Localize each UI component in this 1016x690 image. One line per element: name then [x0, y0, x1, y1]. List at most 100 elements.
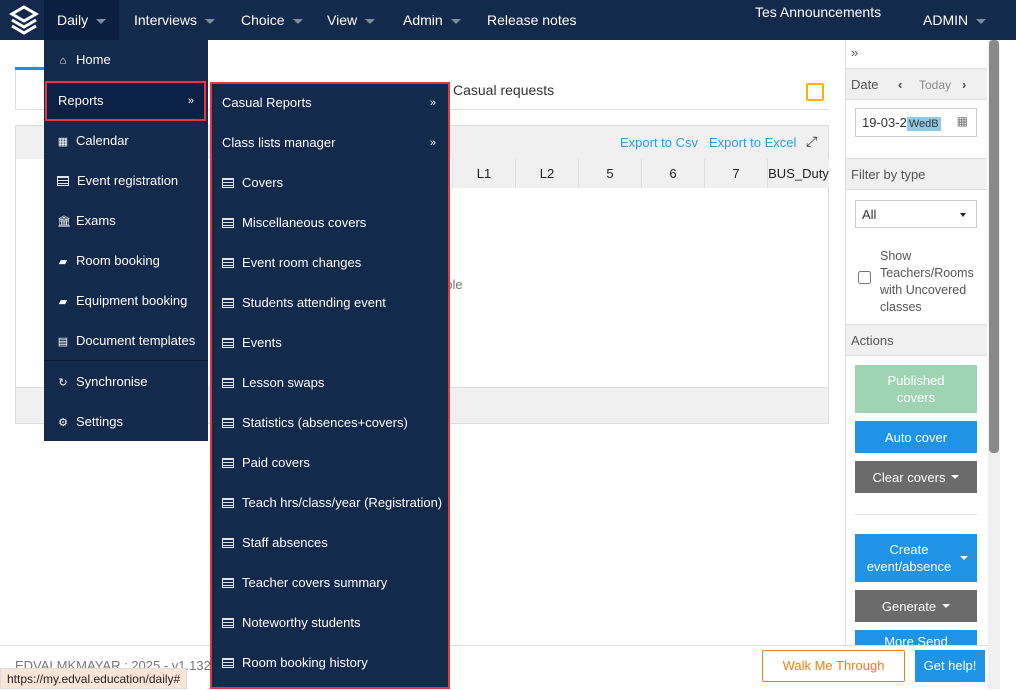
next-day-icon[interactable]: › [962, 69, 966, 101]
nav-choice[interactable]: Choice [228, 0, 316, 40]
scrollbar-thumb[interactable] [989, 40, 999, 453]
submenu-arrow-icon: » [429, 137, 436, 149]
calendar-icon[interactable]: ▦ [957, 114, 968, 128]
column-header[interactable]: L2 [515, 159, 578, 188]
column-header[interactable]: L1 [452, 159, 515, 188]
caret-down-icon [960, 213, 966, 217]
more-send-button[interactable]: More Send [855, 630, 977, 645]
daily-dropdown-menu: ⌂ Home Reports » ▦ Calendar Event registrat… [44, 40, 208, 441]
menu-divider [44, 360, 208, 361]
edval-logo-icon[interactable] [8, 4, 40, 36]
uncovered-checkbox[interactable] [858, 271, 871, 284]
menu-item-reports[interactable]: Reports » [45, 81, 206, 121]
nav-interviews[interactable]: Interviews [121, 0, 228, 40]
caret-down-icon [450, 18, 461, 24]
column-header[interactable]: 7 [704, 159, 767, 188]
menu-item-settings[interactable]: ⚙ Settings [44, 402, 208, 442]
get-help-button[interactable]: Get help! [915, 650, 985, 682]
gear-icon: ⚙ [58, 417, 68, 429]
filter-type-select[interactable]: All [855, 200, 977, 228]
menu-item-event-registration[interactable]: Event registration [44, 161, 208, 201]
submenu-item[interactable]: Casual Reports » [212, 84, 448, 124]
nav-label: Choice [241, 12, 285, 28]
menu-item-exams[interactable]: 🏛 Exams [44, 201, 208, 241]
submenu-item[interactable]: Students attending event [212, 284, 448, 324]
expand-icon[interactable]: ⤢ [806, 133, 817, 150]
date-input[interactable]: 19-03-2 WedB ▦ [855, 108, 977, 137]
user-name: ADMIN [923, 12, 969, 28]
generate-button[interactable]: Generate [855, 590, 977, 622]
caret-down-icon [292, 18, 303, 24]
nav-view[interactable]: View [314, 0, 388, 40]
today-button[interactable]: Today [919, 69, 951, 101]
submenu-label: Events [242, 335, 282, 350]
published-covers-button[interactable]: Published covers [855, 365, 977, 413]
menu-item-synchronise[interactable]: ↻ Synchronise [44, 362, 208, 402]
column-header[interactable]: BUS_Duty [767, 159, 829, 188]
submenu-item[interactable]: Noteworthy students [212, 604, 448, 644]
nav-daily[interactable]: Daily [44, 0, 120, 40]
list-icon [222, 298, 234, 308]
export-csv-link[interactable]: Export to Csv [620, 135, 698, 150]
menu-item-room-booking[interactable]: ▰ Room booking [44, 241, 208, 281]
submenu-item[interactable]: Paid covers [212, 444, 448, 484]
submenu-item[interactable]: Covers [212, 164, 448, 204]
nav-announcements[interactable]: Tes Announcements [742, 0, 894, 40]
menu-label: Calendar [76, 133, 129, 148]
submenu-item[interactable]: Events [212, 324, 448, 364]
submenu-item[interactable]: Teacher covers summary [212, 564, 448, 604]
user-menu[interactable]: ADMIN [910, 0, 999, 40]
top-navbar: Daily Interviews Choice View Admin Relea… [0, 0, 1016, 40]
bank-icon: 🏛 [57, 216, 71, 228]
collapse-sidebar-button[interactable]: » [851, 45, 858, 60]
list-icon [222, 338, 234, 348]
walk-me-through-button[interactable]: Walk Me Through [762, 650, 905, 682]
list-icon [222, 458, 234, 468]
column-header[interactable]: 5 [578, 159, 641, 188]
clear-covers-label: Clear covers [872, 469, 946, 485]
tab-border [15, 70, 16, 110]
submenu-label: Staff absences [242, 535, 328, 550]
submenu-item[interactable]: Staff absences [212, 524, 448, 564]
submenu-item[interactable]: Class lists manager » [212, 124, 448, 164]
menu-item-equipment-booking[interactable]: ▰ Equipment booking [44, 281, 208, 321]
filter-value: All [862, 207, 877, 222]
create-label: Create event/absence [866, 542, 952, 574]
submenu-item[interactable]: Teach hrs/class/year (Registration) [212, 484, 448, 524]
nav-release-notes[interactable]: Release notes [474, 0, 590, 40]
submenu-item[interactable]: Lesson swaps [212, 364, 448, 404]
column-header[interactable]: 6 [641, 159, 704, 188]
file-icon: ▤ [57, 336, 69, 348]
menu-item-calendar[interactable]: ▦ Calendar [44, 121, 208, 161]
sticky-note-icon[interactable] [806, 83, 824, 101]
list-icon [222, 258, 234, 268]
uncovered-checkbox-label[interactable]: Show Teachers/Rooms with Uncovered class… [880, 248, 980, 316]
nav-label: Daily [57, 12, 89, 28]
submenu-item[interactable]: Room booking history [212, 644, 448, 684]
submenu-label: Lesson swaps [242, 375, 325, 390]
caret-down-icon [960, 556, 968, 560]
menu-item-home[interactable]: ⌂ Home [44, 40, 208, 80]
menu-label: Home [76, 52, 111, 67]
menu-label: Settings [76, 414, 123, 429]
nav-admin[interactable]: Admin [390, 0, 474, 40]
active-tab-indicator [15, 67, 45, 70]
tab-casual-requests[interactable]: Casual requests [453, 82, 554, 98]
day-badge: WedB [906, 117, 941, 131]
menu-label: Reports [58, 93, 104, 108]
calendar-icon: ▦ [57, 136, 69, 148]
submenu-item[interactable]: Statistics (absences+covers) [212, 404, 448, 444]
list-icon [222, 418, 234, 428]
submenu-label: Students attending event [242, 295, 386, 310]
menu-label: Document templates [76, 333, 196, 348]
prev-day-icon[interactable]: ‹ [898, 69, 902, 101]
submenu-label: Miscellaneous covers [242, 215, 367, 230]
caret-down-icon [951, 475, 960, 479]
export-excel-link[interactable]: Export to Excel [709, 135, 796, 150]
clear-covers-button[interactable]: Clear covers [855, 461, 977, 493]
create-event-button[interactable]: Create event/absence [855, 534, 977, 582]
submenu-item[interactable]: Event room changes [212, 244, 448, 284]
submenu-item[interactable]: Miscellaneous covers [212, 204, 448, 244]
menu-item-document-templates[interactable]: ▤ Document templates [44, 321, 208, 361]
auto-cover-button[interactable]: Auto cover [855, 421, 977, 453]
